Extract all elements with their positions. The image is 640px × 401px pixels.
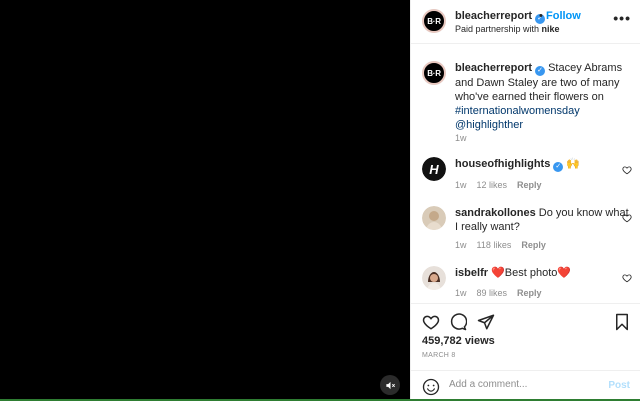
mention-link[interactable]: @highlighther bbox=[455, 119, 523, 131]
follow-button[interactable]: Follow bbox=[546, 10, 581, 22]
house-of-highlights-logo: H bbox=[422, 157, 446, 181]
heart-outline-icon[interactable] bbox=[622, 213, 632, 223]
caption-text: bleacherreport ✓ Stacey Abrams and Dawn S… bbox=[455, 61, 630, 132]
post-date[interactable]: MARCH 8 bbox=[422, 352, 456, 359]
comment-username[interactable]: isbelfr bbox=[455, 267, 488, 279]
reply-button[interactable]: Reply bbox=[521, 240, 546, 250]
video-player[interactable] bbox=[0, 0, 410, 401]
caption-time[interactable]: 1w bbox=[455, 133, 467, 143]
heart-outline-icon[interactable] bbox=[622, 273, 632, 283]
post-header: B·R bleacherreport ✓ • Follow Paid partne… bbox=[411, 0, 640, 44]
follow-separator: • bbox=[539, 10, 543, 22]
reply-button[interactable]: Reply bbox=[517, 180, 542, 190]
comment-composer: Post bbox=[411, 370, 640, 401]
comment-input[interactable] bbox=[449, 379, 599, 390]
comment-body: 🙌 bbox=[566, 158, 581, 170]
avatar[interactable] bbox=[422, 206, 446, 230]
comment-time[interactable]: 1w bbox=[455, 180, 467, 190]
user-photo-avatar bbox=[422, 266, 446, 290]
heart-outline-icon[interactable] bbox=[622, 165, 632, 175]
avatar[interactable] bbox=[422, 266, 446, 290]
comment-body: ❤️Best photo❤️ bbox=[491, 267, 572, 279]
comment-meta: 1w 12 likes Reply bbox=[455, 180, 552, 190]
post-actions-bar bbox=[411, 303, 640, 339]
reply-button[interactable]: Reply bbox=[517, 288, 542, 298]
avatar[interactable]: H bbox=[422, 157, 446, 181]
bookmark-icon[interactable] bbox=[613, 313, 631, 331]
comment-likes[interactable]: 89 likes bbox=[477, 288, 508, 298]
comment-time[interactable]: 1w bbox=[455, 240, 467, 250]
paid-partnership-label: Paid partnership with nike bbox=[455, 24, 560, 34]
bleacher-report-logo: B·R bbox=[422, 61, 446, 85]
comment-username[interactable]: sandrakollones bbox=[455, 207, 536, 219]
share-paper-plane-icon[interactable] bbox=[477, 313, 495, 331]
comment-likes[interactable]: 12 likes bbox=[477, 180, 508, 190]
caption-meta: 1w bbox=[455, 133, 477, 143]
author-username[interactable]: bleacherreport ✓ bbox=[455, 10, 546, 24]
comment-time[interactable]: 1w bbox=[455, 288, 467, 298]
comment-text: houseofhighlights ✓ 🙌 bbox=[455, 157, 630, 172]
comment-text: sandrakollones Do you know what I really… bbox=[455, 206, 630, 234]
post-side-panel: B·R bleacherreport ✓ • Follow Paid partne… bbox=[410, 0, 640, 401]
partner-link[interactable]: nike bbox=[542, 24, 560, 34]
comment-text: isbelfr ❤️Best photo❤️ bbox=[455, 266, 630, 280]
caption-username[interactable]: bleacherreport bbox=[455, 62, 532, 74]
bleacher-report-logo: B·R bbox=[422, 9, 446, 33]
comment-meta: 1w 118 likes Reply bbox=[455, 240, 556, 250]
partnership-prefix: Paid partnership with bbox=[455, 24, 542, 34]
comment-meta: 1w 89 likes Reply bbox=[455, 288, 552, 298]
comment-bubble-icon[interactable] bbox=[449, 313, 467, 331]
more-options-button[interactable]: ••• bbox=[613, 10, 631, 26]
verified-badge-icon: ✓ bbox=[553, 162, 564, 172]
author-username-text: bleacherreport bbox=[455, 10, 533, 22]
post-comment-button[interactable]: Post bbox=[608, 380, 630, 391]
comment-username[interactable]: houseofhighlights bbox=[455, 158, 550, 170]
mute-button[interactable] bbox=[380, 375, 400, 395]
view-count[interactable]: 459,782 views bbox=[422, 335, 495, 347]
avatar[interactable]: B·R bbox=[422, 61, 446, 85]
verified-badge-icon: ✓ bbox=[535, 66, 546, 76]
comments-scroll-area[interactable]: B·R bleacherreport ✓ Stacey Abrams and Da… bbox=[411, 45, 640, 303]
hashtag-link[interactable]: #internationalwomensday bbox=[455, 105, 580, 117]
speaker-muted-icon bbox=[385, 381, 395, 389]
comment-likes[interactable]: 118 likes bbox=[477, 240, 512, 250]
like-heart-icon[interactable] bbox=[422, 313, 440, 331]
avatar[interactable]: B·R bbox=[422, 9, 446, 33]
user-photo-avatar bbox=[422, 206, 446, 230]
emoji-smiley-icon[interactable] bbox=[422, 378, 440, 396]
